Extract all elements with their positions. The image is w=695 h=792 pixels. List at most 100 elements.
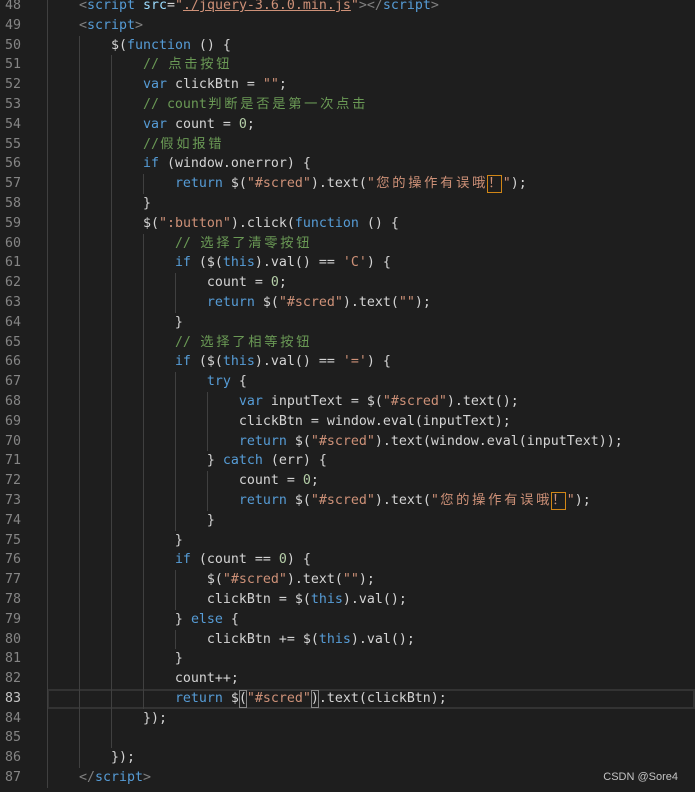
line-content[interactable]: var inputText = $("#scred").text(); [47, 391, 695, 412]
code-line[interactable]: 82 count++; [0, 669, 695, 689]
code-line[interactable]: 56 if (window.onerror) { [0, 154, 695, 175]
line-number[interactable]: 78 [0, 590, 21, 610]
code-line[interactable]: 74 } [0, 510, 695, 531]
code-line[interactable]: 59 $(":button").click(function () { [0, 213, 695, 234]
code-line[interactable]: 76 if (count == 0) { [0, 550, 695, 571]
code-line[interactable]: 72 count = 0; [0, 471, 695, 491]
line-content[interactable]: count = 0; [47, 471, 695, 491]
line-content[interactable]: if (window.onerror) { [47, 154, 695, 175]
line-number[interactable]: 70 [0, 432, 21, 452]
line-content[interactable]: } [47, 649, 695, 670]
line-number[interactable]: 53 [0, 95, 21, 115]
code-line[interactable]: 68 var inputText = $("#scred").text(); [0, 391, 695, 412]
code-line[interactable]: 75 } [0, 530, 695, 551]
line-content[interactable]: } [47, 193, 695, 214]
code-line[interactable]: 49 <script> [0, 15, 695, 36]
code-line[interactable]: 52 var clickBtn = ""; [0, 75, 695, 95]
line-content[interactable]: count = 0; [47, 273, 695, 293]
line-number[interactable]: 52 [0, 75, 21, 95]
line-content[interactable]: }); [47, 708, 695, 729]
line-number[interactable]: 59 [0, 214, 21, 234]
code-line[interactable]: 62 count = 0; [0, 273, 695, 293]
line-number[interactable]: 63 [0, 293, 21, 313]
line-content[interactable]: clickBtn = window.eval(inputText); [47, 411, 695, 432]
line-number[interactable]: 83 [0, 689, 21, 709]
line-content[interactable]: <script> [47, 15, 695, 36]
line-content[interactable]: return $("#scred").text(window.eval(inpu… [47, 431, 695, 452]
code-line[interactable]: 87 </script> [0, 768, 695, 788]
line-content[interactable]: var clickBtn = ""; [47, 75, 695, 95]
line-content[interactable]: // 点击按钮 [47, 55, 695, 76]
line-number[interactable]: 66 [0, 352, 21, 372]
code-line[interactable]: 83 return $("#scred").text(clickBtn); [0, 688, 695, 709]
code-line[interactable]: 67 try { [0, 372, 695, 392]
line-number[interactable]: 48 [0, 0, 21, 16]
line-content[interactable]: if ($(this).val() == '=') { [47, 352, 695, 373]
line-content[interactable]: } catch (err) { [47, 451, 695, 472]
code-line[interactable]: 77 $("#scred").text(""); [0, 570, 695, 590]
line-number[interactable]: 81 [0, 649, 21, 669]
line-number[interactable]: 56 [0, 154, 21, 174]
line-number[interactable]: 80 [0, 630, 21, 650]
line-content[interactable]: count++; [47, 669, 695, 689]
code-line[interactable]: 71 } catch (err) { [0, 451, 695, 472]
line-content[interactable]: if ($(this).val() == 'C') { [47, 253, 695, 274]
line-number[interactable]: 85 [0, 728, 21, 748]
line-content[interactable] [47, 728, 695, 749]
code-line[interactable]: 60 // 选择了清零按钮 [0, 233, 695, 254]
line-content[interactable]: clickBtn = $(this).val(); [47, 589, 695, 610]
line-number[interactable]: 62 [0, 273, 21, 293]
code-line[interactable]: 65 // 选择了相等按钮 [0, 332, 695, 353]
line-content[interactable]: } [47, 510, 695, 531]
line-content[interactable]: </script> [47, 768, 695, 788]
line-number[interactable]: 71 [0, 451, 21, 471]
line-number[interactable]: 75 [0, 531, 21, 551]
code-line[interactable]: 61 if ($(this).val() == 'C') { [0, 253, 695, 274]
code-line[interactable]: 69 clickBtn = window.eval(inputText); [0, 411, 695, 432]
line-number[interactable]: 49 [0, 16, 21, 36]
line-content[interactable]: //假如报错 [47, 134, 695, 155]
line-number[interactable]: 51 [0, 55, 21, 75]
code-line[interactable]: 53 // count判断是否是第一次点击 [0, 94, 695, 115]
line-number[interactable]: 69 [0, 412, 21, 432]
code-line[interactable]: 50 $(function () { [0, 35, 695, 56]
line-content[interactable]: } [47, 530, 695, 551]
line-content[interactable]: $("#scred").text(""); [47, 570, 695, 590]
line-number[interactable]: 68 [0, 392, 21, 412]
code-editor[interactable]: 48 <script src="./jquery-3.6.0.min.js"><… [0, 0, 695, 792]
line-number[interactable]: 74 [0, 511, 21, 531]
code-line[interactable]: 64 } [0, 312, 695, 333]
code-line[interactable]: 78 clickBtn = $(this).val(); [0, 589, 695, 610]
code-line[interactable]: 48 <script src="./jquery-3.6.0.min.js"><… [0, 0, 695, 16]
line-content[interactable]: return $("#scred").text(""); [47, 292, 695, 313]
line-content[interactable]: // 选择了相等按钮 [47, 332, 695, 353]
line-number[interactable]: 86 [0, 748, 21, 768]
line-content[interactable]: } else { [47, 609, 695, 630]
line-number[interactable]: 57 [0, 174, 21, 194]
line-number[interactable]: 60 [0, 234, 21, 254]
line-content[interactable]: try { [47, 372, 695, 392]
line-number[interactable]: 84 [0, 709, 21, 729]
line-content[interactable]: clickBtn += $(this).val(); [47, 629, 695, 650]
line-content[interactable]: $(function () { [47, 35, 695, 56]
line-number[interactable]: 65 [0, 333, 21, 353]
line-content[interactable]: $(":button").click(function () { [47, 213, 695, 234]
code-line[interactable]: 58 } [0, 193, 695, 214]
line-number[interactable]: 76 [0, 550, 21, 570]
code-line[interactable]: 73 return $("#scred").text("您的操作有误哦！"); [0, 490, 695, 511]
line-content[interactable]: var count = 0; [47, 114, 695, 135]
code-line[interactable]: 70 return $("#scred").text(window.eval(i… [0, 431, 695, 452]
code-line[interactable]: 57 return $("#scred").text("您的操作有误哦！"); [0, 174, 695, 194]
line-number[interactable]: 58 [0, 194, 21, 214]
line-number[interactable]: 73 [0, 491, 21, 511]
code-line[interactable]: 79 } else { [0, 609, 695, 630]
code-line[interactable]: 86 }); [0, 748, 695, 769]
line-number[interactable]: 72 [0, 471, 21, 491]
line-number[interactable]: 54 [0, 115, 21, 135]
line-number[interactable]: 67 [0, 372, 21, 392]
code-line[interactable]: 55 //假如报错 [0, 134, 695, 155]
line-number[interactable]: 61 [0, 253, 21, 273]
line-content[interactable]: return $("#scred").text(clickBtn); [47, 688, 695, 709]
line-content[interactable]: // count判断是否是第一次点击 [47, 94, 695, 115]
code-line[interactable]: 85 [0, 728, 695, 749]
